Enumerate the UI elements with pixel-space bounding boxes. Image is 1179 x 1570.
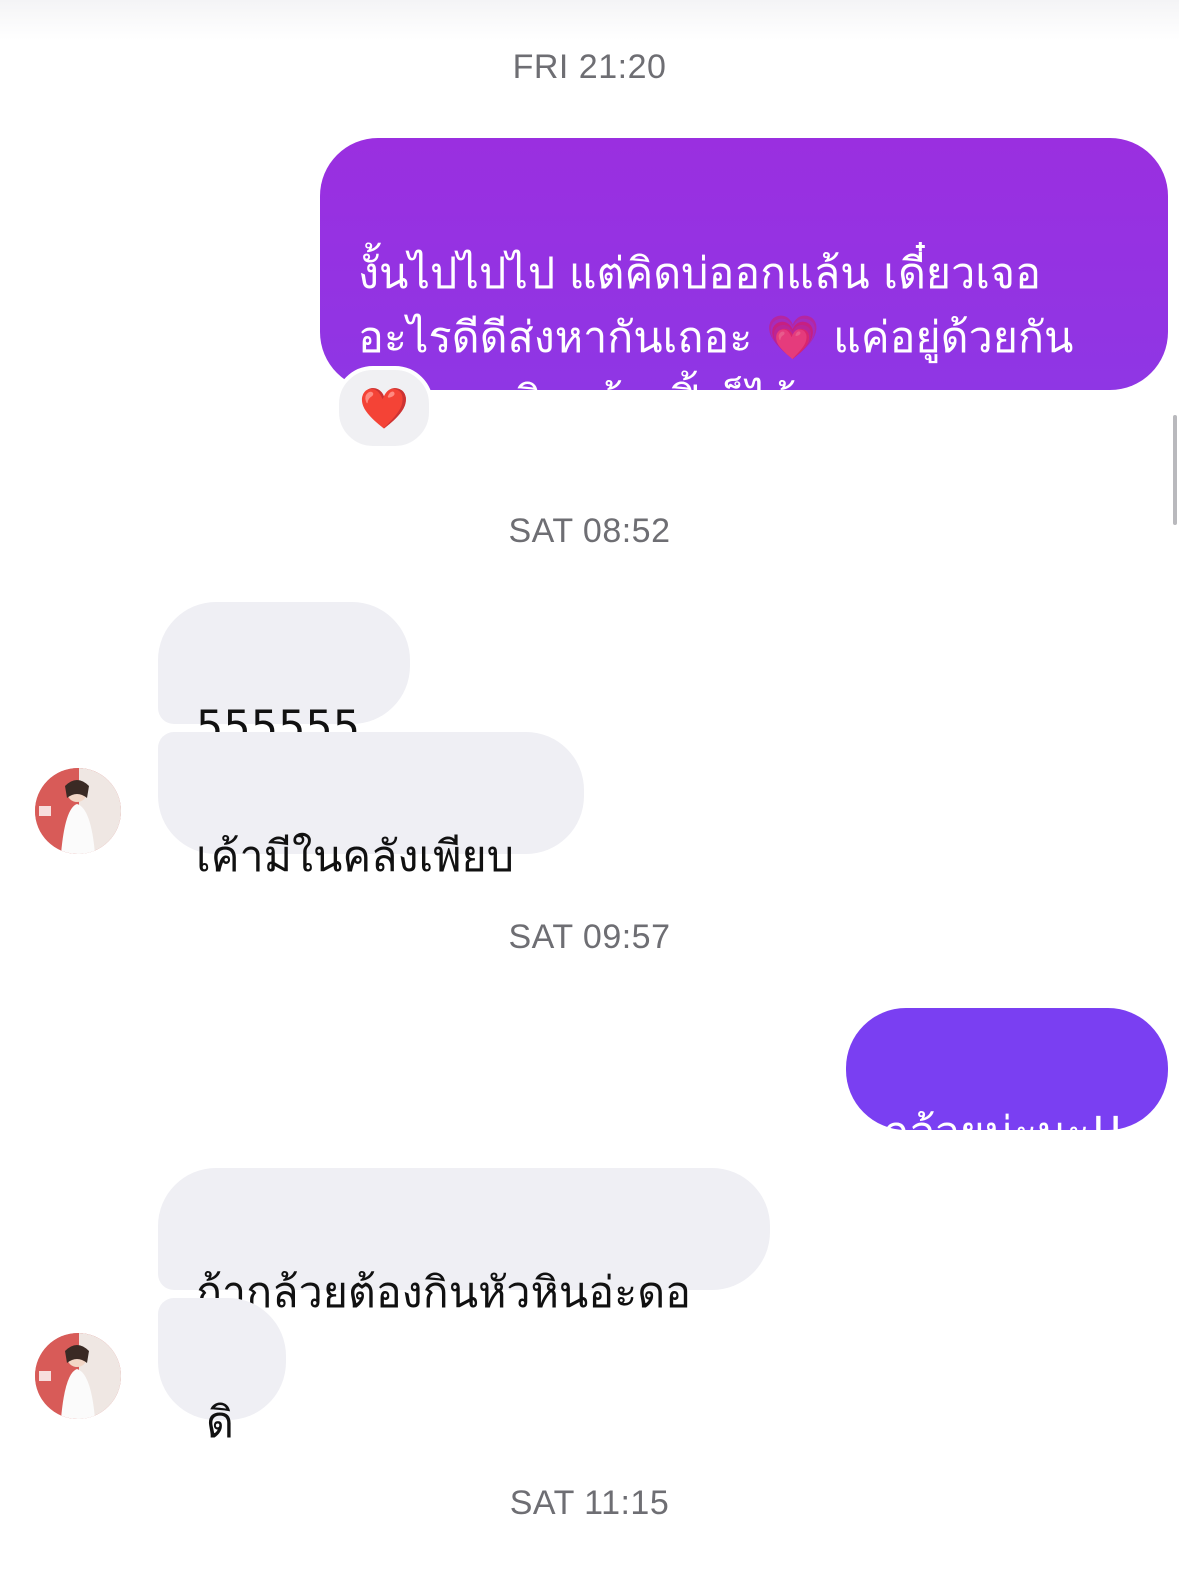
incoming-message-bubble[interactable]: ดิ: [158, 1298, 286, 1448]
timestamp: SAT 11:15: [509, 1484, 670, 1522]
outgoing-message-bubble[interactable]: งั้นไปไปไป แต่คิดบ่ออกแล้น เดี๋ยวเจอ อะไ…: [320, 138, 1168, 427]
profile-avatar[interactable]: [35, 768, 121, 854]
timestamp: SAT 08:52: [508, 512, 671, 550]
chat-thread[interactable]: FRI 21:20 งั้นไปไปไป แต่คิดบ่ออกแล้น เดี…: [0, 0, 1179, 1570]
incoming-message-bubble[interactable]: 555555: [158, 602, 410, 752]
timestamp: SAT 09:57: [508, 918, 671, 956]
avatar-image: [35, 768, 121, 854]
profile-avatar[interactable]: [35, 1333, 121, 1419]
incoming-message-bubble[interactable]: เค้ามีในคลังเพียบ: [158, 732, 584, 882]
message-text: กล้วยน่ะนะ!!: [883, 1108, 1125, 1158]
message-text: งั้นไปไปไป แต่คิดบ่ออกแล้น เดี๋ยวเจอ อะไ…: [358, 249, 1074, 427]
message-text: ดิ: [206, 1398, 234, 1448]
incoming-message-bubble[interactable]: ถ้ากล้วยต้องกินหัวหินอ่ะดอ: [158, 1168, 770, 1318]
scrollbar[interactable]: [1173, 415, 1177, 525]
red-heart-icon[interactable]: ❤️: [335, 366, 433, 450]
timestamp: FRI 21:20: [512, 48, 667, 86]
message-text: ถ้ากล้วยต้องกินหัวหินอ่ะดอ: [196, 1268, 691, 1318]
avatar-image: [35, 1333, 121, 1419]
outgoing-message-bubble[interactable]: กล้วยน่ะนะ!!: [846, 1008, 1168, 1158]
top-fade: [0, 0, 1179, 40]
message-text: เค้ามีในคลังเพียบ: [196, 832, 514, 882]
